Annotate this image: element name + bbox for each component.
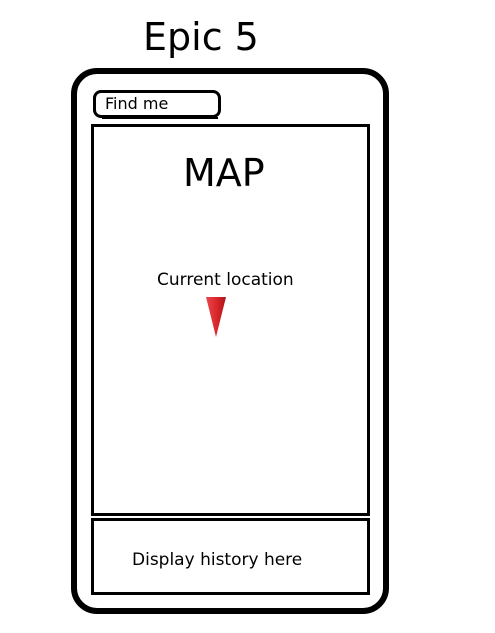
find-me-button[interactable]: Find me xyxy=(93,90,221,118)
find-me-underline xyxy=(102,117,218,119)
location-marker-icon[interactable] xyxy=(205,296,227,338)
map-label: MAP xyxy=(183,151,265,195)
page-title: Epic 5 xyxy=(143,15,259,59)
history-label: Display history here xyxy=(132,550,303,570)
current-location-label: Current location xyxy=(157,270,294,290)
find-me-button-label: Find me xyxy=(105,94,169,113)
